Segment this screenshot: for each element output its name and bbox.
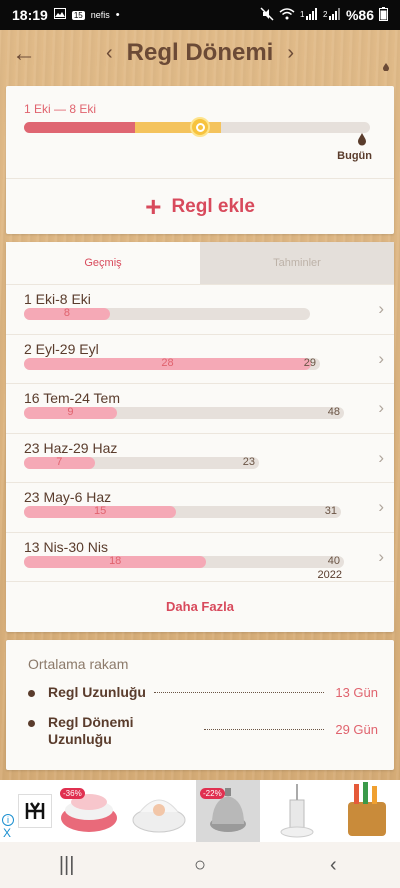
period-days-label: 28 <box>161 356 174 369</box>
history-range-label: 13 Nis-30 Nis <box>24 538 109 555</box>
chevron-right-icon: › <box>378 447 384 467</box>
history-row[interactable]: 2 Eyl-29 Eyl 28 29 › <box>6 333 394 383</box>
today-drop-icon <box>358 133 366 146</box>
prev-month-button[interactable]: ‹ <box>106 42 113 65</box>
dotted-leader <box>204 729 324 730</box>
system-nav-bar: ||| ○ ‹ <box>0 842 400 888</box>
status-bar: 18:19 15 nefis • 1 2 %86 <box>0 0 400 30</box>
history-range-label: 1 Eki-8 Eki <box>24 291 91 307</box>
home-button[interactable]: ○ <box>170 854 230 877</box>
average-value: 13 Gün <box>335 685 378 700</box>
history-range-label: 23 Haz-29 Haz <box>24 439 118 456</box>
page-title: Regl Dönemi <box>126 39 274 66</box>
chevron-right-icon: › <box>378 497 384 516</box>
history-range-label: 23 May-6 Haz <box>24 489 112 505</box>
history-row[interactable]: 16 Tem-24 Tem 9 48 › <box>6 383 394 432</box>
cycle-length-bar: 7 23 <box>24 455 259 469</box>
cycle-days-label: 40 <box>327 554 340 567</box>
tab-bar: Geçmiş Tahminler <box>6 242 394 284</box>
ad-banner[interactable]: i X -36% -22% <box>0 780 400 842</box>
cycle-length-bar: 28 29 <box>24 356 320 370</box>
drop-menu-icon <box>383 63 389 71</box>
period-segment <box>24 122 135 133</box>
image-icon <box>53 8 66 22</box>
svg-text:2: 2 <box>323 10 328 19</box>
average-label: Regl Uzunluğu <box>48 684 146 700</box>
mute-icon <box>260 6 274 24</box>
dot-icon: • <box>115 9 120 21</box>
ad-discount-badge: -36% <box>60 788 85 799</box>
chevron-right-icon: › <box>378 398 384 417</box>
history-range-label: 2 Eyl-29 Eyl <box>24 340 99 357</box>
cycle-days-label: 31 <box>324 505 337 517</box>
ovulation-icon <box>190 117 211 137</box>
chevron-right-icon: › <box>378 546 384 566</box>
ad-discount-badge: -22% <box>200 788 225 799</box>
cycle-days-label: 29 <box>303 356 316 369</box>
status-time: 18:19 <box>12 7 48 23</box>
averages-card: Ortalama rakam Regl Uzunluğu 13 Gün Regl… <box>6 640 394 770</box>
next-month-button[interactable]: › <box>287 42 294 65</box>
period-days-label: 18 <box>109 554 122 567</box>
year-label: 2022 <box>317 568 342 581</box>
battery-icon <box>379 6 388 24</box>
ad-logo <box>18 794 52 828</box>
page-header: ← ‹ Regl Dönemi › <box>0 30 400 76</box>
add-period-label: Regl ekle <box>171 195 255 217</box>
history-row[interactable]: 13 Nis-30 Nis 18 40 › 2022 <box>6 531 394 581</box>
app-badge-icon: 15 <box>71 10 85 20</box>
system-back-button[interactable]: ‹ <box>303 854 363 877</box>
history-range-label: 16 Tem-24 Tem <box>24 390 120 406</box>
cycle-length-bar: 8 <box>24 307 310 320</box>
cycle-length-bar: 9 48 <box>24 406 344 419</box>
cycle-track <box>24 117 370 137</box>
history-row[interactable]: 1 Eki-8 Eki 8 › <box>6 284 394 333</box>
bullet-icon <box>28 720 35 727</box>
average-label: Regl Dönemi Uzunluğu <box>48 714 134 747</box>
svg-text:1: 1 <box>300 10 305 19</box>
ad-product-image[interactable] <box>334 780 400 842</box>
signal-2-icon: 2 <box>323 7 341 23</box>
cycle-range-label: 1 Eki — 8 Eki <box>24 102 97 116</box>
app-badge-label: nefis <box>90 10 110 20</box>
back-button[interactable]: ← <box>12 40 36 68</box>
history-row[interactable]: 23 May-6 Haz 15 31 › <box>6 482 394 531</box>
chevron-right-icon: › <box>378 348 384 368</box>
cycle-days-label: 48 <box>327 406 340 418</box>
ad-product-image[interactable] <box>264 780 330 842</box>
recent-apps-button[interactable]: ||| <box>37 854 97 877</box>
add-period-button[interactable]: + Regl ekle <box>6 179 394 234</box>
period-days-label: 15 <box>93 505 107 517</box>
ad-close-icon[interactable]: X <box>3 826 11 840</box>
ad-product-image[interactable] <box>126 780 192 842</box>
plus-icon: + <box>145 190 162 222</box>
chevron-right-icon: › <box>378 299 384 318</box>
more-button[interactable]: Daha Fazla <box>6 581 394 631</box>
ad-info-icon[interactable]: i <box>2 814 14 826</box>
history-row[interactable]: 23 Haz-29 Haz 7 23 › <box>6 432 394 482</box>
current-cycle-card: 1 Eki — 8 Eki Bugün + Regl ekle <box>6 86 394 234</box>
today-label: Bugün <box>337 150 372 162</box>
cycle-days-label: 23 <box>242 455 255 468</box>
period-days-label: 9 <box>67 406 74 418</box>
cycle-length-bar: 15 31 <box>24 505 341 518</box>
tab-history[interactable]: Geçmiş <box>6 242 200 284</box>
average-value: 29 Gün <box>335 722 378 737</box>
dotted-leader <box>154 692 324 693</box>
period-days-label: 7 <box>56 455 63 468</box>
wifi-icon <box>279 7 295 23</box>
signal-1-icon: 1 <box>300 7 318 23</box>
period-days-label: 8 <box>63 307 70 319</box>
bullet-icon <box>28 690 35 697</box>
averages-title: Ortalama rakam <box>28 656 129 672</box>
cycle-length-bar: 18 40 <box>24 554 344 568</box>
battery-label: %86 <box>345 7 374 23</box>
history-card: Geçmiş Tahminler 1 Eki-8 Eki 8 › 2 Eyl-29 E… <box>6 242 394 632</box>
tab-predictions[interactable]: Tahminler <box>200 242 394 284</box>
average-row-cycle-length: Regl Dönemi Uzunluğu 29 Gün <box>28 714 378 750</box>
